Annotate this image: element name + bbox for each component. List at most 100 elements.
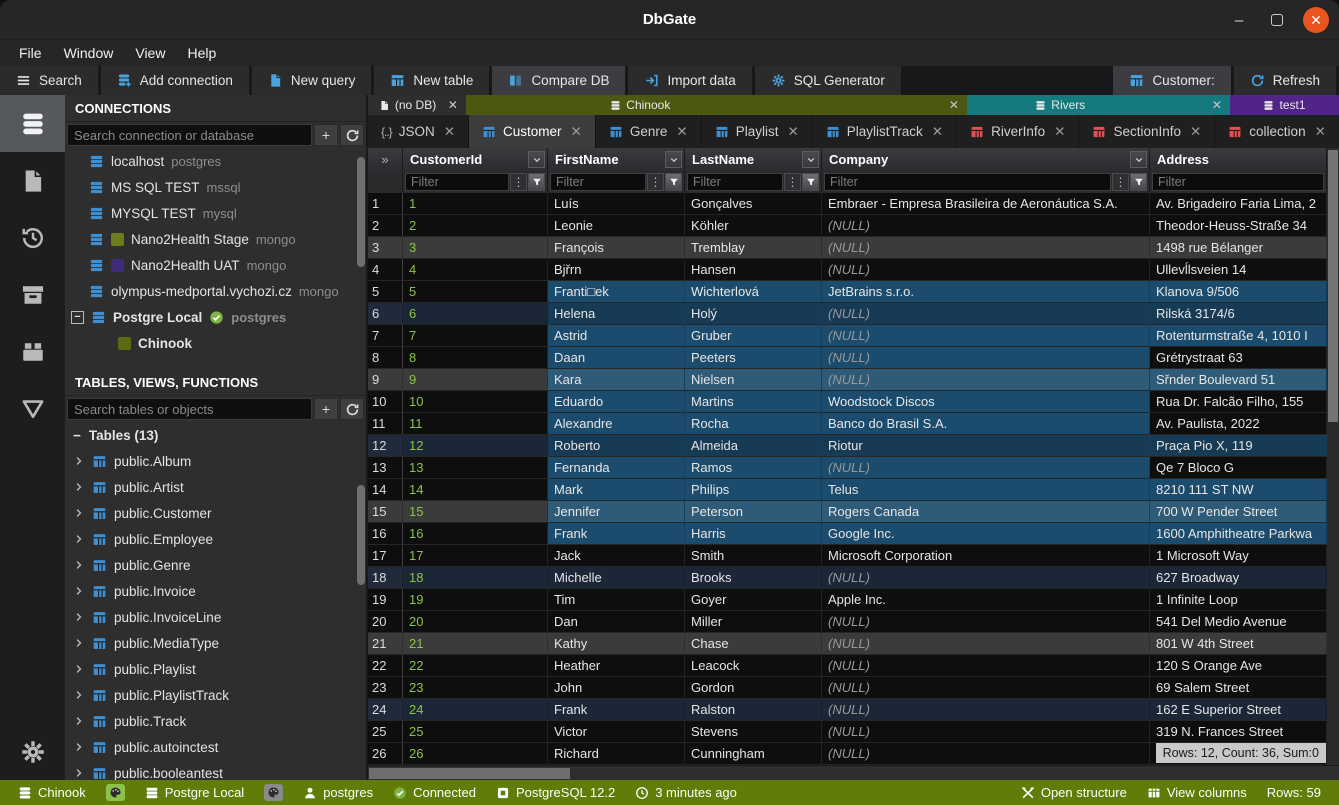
- connection-item[interactable]: MYSQL TESTmysql: [65, 200, 366, 226]
- cell-address[interactable]: Rua Dr. Falcão Filho, 155: [1150, 391, 1327, 412]
- collapse-icon[interactable]: −: [71, 311, 84, 324]
- chevron-right-icon[interactable]: [73, 741, 85, 753]
- cell-customerid[interactable]: 2: [403, 215, 548, 236]
- cell-lastname[interactable]: Harris: [685, 523, 822, 544]
- cell-lastname[interactable]: Leacock: [685, 655, 822, 676]
- cell-company[interactable]: Woodstock Discos: [822, 391, 1150, 412]
- cell-company[interactable]: (NULL): [822, 215, 1150, 236]
- toolbar-customer-button[interactable]: Customer:: [1113, 66, 1230, 95]
- table-item[interactable]: public.Track: [65, 708, 366, 734]
- filter-input-lastname[interactable]: [687, 173, 783, 191]
- cell-customerid[interactable]: 5: [403, 281, 548, 302]
- table-item[interactable]: public.Artist: [65, 474, 366, 500]
- cell-address[interactable]: 700 W Pender Street: [1150, 501, 1327, 522]
- menu-item-file[interactable]: File: [8, 43, 53, 63]
- column-header-lastname[interactable]: LastName: [685, 148, 822, 171]
- cell-customerid[interactable]: 24: [403, 699, 548, 720]
- cell-company[interactable]: JetBrains s.r.o.: [822, 281, 1150, 302]
- cell-company[interactable]: (NULL): [822, 743, 1150, 764]
- close-tab-icon[interactable]: ✕: [1054, 124, 1065, 140]
- db-tab-chinook[interactable]: Chinook✕: [466, 95, 967, 115]
- tables-scrollbar[interactable]: [357, 485, 365, 585]
- grid-horizontal-scrollbar[interactable]: [368, 765, 1339, 780]
- status-postgres[interactable]: postgres: [293, 785, 383, 800]
- cell-company[interactable]: (NULL): [822, 369, 1150, 390]
- row-number[interactable]: 10: [368, 391, 403, 412]
- cell-customerid[interactable]: 3: [403, 237, 548, 258]
- add-connection-small-button[interactable]: +: [314, 124, 338, 146]
- cell-address[interactable]: Qe 7 Bloco G: [1150, 457, 1327, 478]
- cell-firstname[interactable]: François: [548, 237, 685, 258]
- cell-customerid[interactable]: 26: [403, 743, 548, 764]
- cell-lastname[interactable]: Nielsen: [685, 369, 822, 390]
- connection-item[interactable]: localhostpostgres: [65, 148, 366, 174]
- close-tab-icon[interactable]: ✕: [444, 124, 455, 140]
- column-dropdown-button[interactable]: [528, 151, 545, 168]
- cell-lastname[interactable]: Smith: [685, 545, 822, 566]
- row-number[interactable]: 1: [368, 193, 403, 214]
- row-number[interactable]: 18: [368, 567, 403, 588]
- cell-company[interactable]: Google Inc.: [822, 523, 1150, 544]
- cell-company[interactable]: (NULL): [822, 699, 1150, 720]
- status-chip[interactable]: [96, 784, 135, 801]
- cell-lastname[interactable]: Wichterlová: [685, 281, 822, 302]
- row-number[interactable]: 20: [368, 611, 403, 632]
- cell-lastname[interactable]: Stevens: [685, 721, 822, 742]
- row-number[interactable]: 6: [368, 303, 403, 324]
- close-tab-icon[interactable]: ✕: [448, 98, 458, 112]
- cell-firstname[interactable]: Eduardo: [548, 391, 685, 412]
- cell-lastname[interactable]: Köhler: [685, 215, 822, 236]
- chevron-right-icon[interactable]: [73, 481, 85, 493]
- toolbar-new-query-button[interactable]: New query: [252, 66, 372, 95]
- row-number[interactable]: 8: [368, 347, 403, 368]
- close-tab-icon[interactable]: ✕: [676, 124, 687, 140]
- filter-input-company[interactable]: [824, 173, 1111, 191]
- cell-customerid[interactable]: 25: [403, 721, 548, 742]
- cell-firstname[interactable]: Kara: [548, 369, 685, 390]
- sidebar-database-button[interactable]: [0, 95, 65, 152]
- sidebar-settings-button[interactable]: [0, 723, 65, 780]
- cell-address[interactable]: Av. Brigadeiro Faria Lima, 2: [1150, 193, 1327, 214]
- column-dropdown-button[interactable]: [802, 151, 819, 168]
- db-tab-rivers[interactable]: Rivers✕: [967, 95, 1230, 115]
- chevron-right-icon[interactable]: [73, 611, 85, 623]
- toolbar-new-table-button[interactable]: New table: [374, 66, 489, 95]
- filter-input-address[interactable]: [1152, 173, 1324, 191]
- cell-firstname[interactable]: Tim: [548, 589, 685, 610]
- toolbar-refresh-button[interactable]: Refresh: [1234, 66, 1336, 95]
- column-header-firstname[interactable]: FirstName: [548, 148, 685, 171]
- cell-company[interactable]: (NULL): [822, 721, 1150, 742]
- chevron-right-icon[interactable]: [73, 455, 85, 467]
- cell-address[interactable]: 319 N. Frances Street: [1150, 721, 1327, 742]
- cell-company[interactable]: (NULL): [822, 655, 1150, 676]
- status-postgre-local[interactable]: Postgre Local: [135, 785, 255, 800]
- cell-firstname[interactable]: Astrid: [548, 325, 685, 346]
- column-header-company[interactable]: Company: [822, 148, 1150, 171]
- cell-firstname[interactable]: Roberto: [548, 435, 685, 456]
- cell-customerid[interactable]: 1: [403, 193, 548, 214]
- cell-address[interactable]: 1 Infinite Loop: [1150, 589, 1327, 610]
- table-item[interactable]: public.MediaType: [65, 630, 366, 656]
- tab-sectioninfo[interactable]: SectionInfo✕: [1079, 115, 1215, 148]
- tab-customer[interactable]: Customer✕: [469, 115, 596, 148]
- cell-customerid[interactable]: 20: [403, 611, 548, 632]
- row-number[interactable]: 26: [368, 743, 403, 764]
- cell-address[interactable]: Sřnder Boulevard 51: [1150, 369, 1327, 390]
- cell-firstname[interactable]: Richard: [548, 743, 685, 764]
- cell-company[interactable]: (NULL): [822, 325, 1150, 346]
- cell-customerid[interactable]: 19: [403, 589, 548, 610]
- tab-riverinfo[interactable]: RiverInfo✕: [957, 115, 1079, 148]
- cell-company[interactable]: (NULL): [822, 611, 1150, 632]
- cell-customerid[interactable]: 8: [403, 347, 548, 368]
- row-number[interactable]: 22: [368, 655, 403, 676]
- cell-firstname[interactable]: Kathy: [548, 633, 685, 654]
- cell-address[interactable]: 801 W 4th Street: [1150, 633, 1327, 654]
- cell-address[interactable]: Ullevĺlsveien 14: [1150, 259, 1327, 280]
- collapse-icon[interactable]: −: [73, 428, 81, 443]
- status-rows-59[interactable]: Rows: 59: [1257, 785, 1331, 800]
- row-number[interactable]: 9: [368, 369, 403, 390]
- close-tab-icon[interactable]: ✕: [1190, 124, 1201, 140]
- cell-company[interactable]: (NULL): [822, 567, 1150, 588]
- sidebar-archive-button[interactable]: [0, 266, 65, 323]
- cell-address[interactable]: 1600 Amphitheatre Parkwa: [1150, 523, 1327, 544]
